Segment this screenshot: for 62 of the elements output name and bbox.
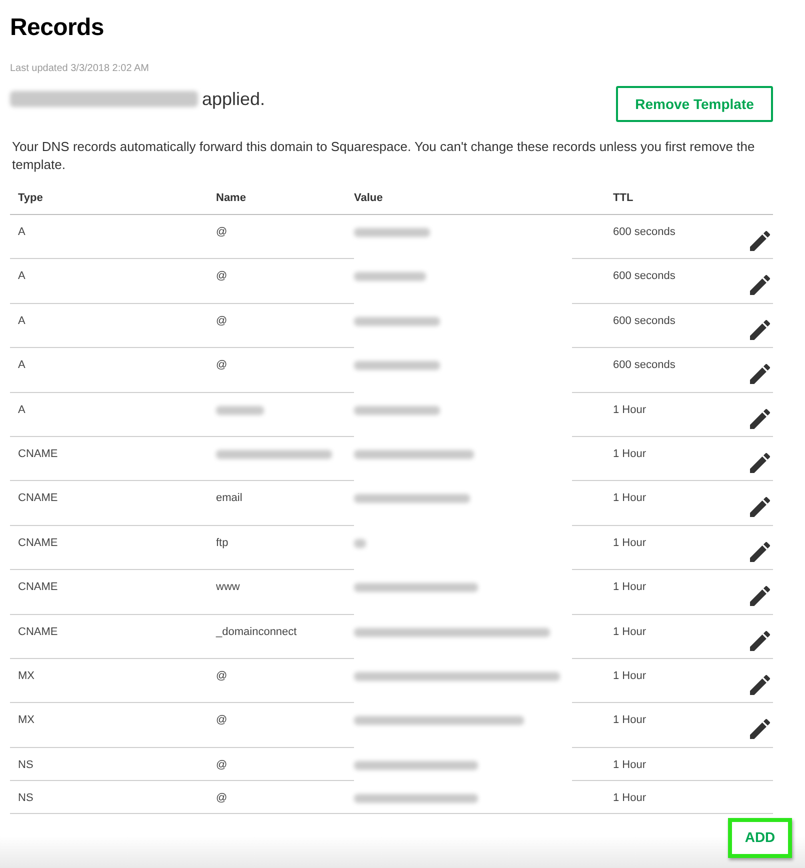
column-header: Value xyxy=(354,191,383,206)
pencil-icon[interactable] xyxy=(750,275,770,296)
table-cell: @ xyxy=(216,359,228,372)
table-cell: NS xyxy=(18,792,34,804)
table-cell: MX xyxy=(18,714,34,726)
table-cell: CNAME xyxy=(18,492,58,504)
table-cell: 1 Hour xyxy=(613,536,646,549)
column-header: Type xyxy=(17,191,43,206)
pencil-icon[interactable] xyxy=(750,586,770,606)
pencil-icon[interactable] xyxy=(750,630,770,651)
pencil-icon[interactable] xyxy=(750,674,770,695)
table-cell: @ xyxy=(216,670,228,682)
pencil-icon[interactable] xyxy=(750,231,770,251)
table-cell: @ xyxy=(216,758,228,771)
table-cell: 600 seconds xyxy=(613,359,676,372)
table-cell: A xyxy=(18,404,26,416)
description-text: Your DNS records automatically forward this domain to Squarespace. You can't change these records unless you first remove the template. xyxy=(12,138,756,174)
pencil-icon[interactable] xyxy=(750,542,770,562)
table-cell: email xyxy=(216,492,242,504)
add-button[interactable]: ADD xyxy=(728,818,792,858)
table-cell: MX xyxy=(18,670,34,682)
table-cell: A xyxy=(18,226,26,238)
table-cell: _domainconnect xyxy=(216,626,297,638)
table-cell: ftp xyxy=(216,536,228,549)
table-cell: CNAME xyxy=(18,536,58,549)
table-cell: @ xyxy=(216,314,228,327)
table-cell: 600 seconds xyxy=(613,226,676,238)
column-header: Name xyxy=(216,191,246,206)
table-cell: 1 Hour xyxy=(613,758,646,771)
table-cell: CNAME xyxy=(18,448,58,460)
pencil-icon[interactable] xyxy=(750,364,770,384)
pencil-icon[interactable] xyxy=(750,719,770,740)
pencil-icon[interactable] xyxy=(750,408,770,429)
table-cell: 1 Hour xyxy=(613,670,646,682)
template-applied-text: applied. xyxy=(202,88,266,110)
table-cell: www xyxy=(216,581,240,594)
table-cell: 1 Hour xyxy=(613,714,646,726)
table-cell: 600 seconds xyxy=(613,314,676,327)
pencil-icon[interactable] xyxy=(750,452,770,473)
table-cell: 1 Hour xyxy=(613,581,646,594)
table-cell: 600 seconds xyxy=(613,270,676,282)
pencil-icon[interactable] xyxy=(750,320,770,340)
table-cell: 1 Hour xyxy=(613,626,646,638)
table-cell: 1 Hour xyxy=(613,448,646,460)
table-cell: CNAME xyxy=(18,581,58,594)
table-cell: @ xyxy=(216,714,228,726)
remove-template-button[interactable]: Remove Template xyxy=(616,86,773,122)
table-cell: NS xyxy=(18,758,34,771)
table-cell: 1 Hour xyxy=(613,404,646,416)
last-updated-text: Last updated 3/3/2018 2:02 AM xyxy=(10,62,149,76)
table-cell: @ xyxy=(216,792,228,804)
page-title: Records xyxy=(10,14,104,42)
table-cell: 1 Hour xyxy=(613,492,646,504)
table-cell: A xyxy=(18,314,26,327)
column-header: TTL xyxy=(613,191,634,206)
pencil-icon[interactable] xyxy=(750,497,770,518)
table-cell: 1 Hour xyxy=(613,792,646,804)
table-cell: CNAME xyxy=(18,626,58,638)
table-cell: A xyxy=(18,270,26,282)
table-cell: A xyxy=(18,359,26,372)
table-cell: @ xyxy=(216,226,228,238)
table-cell: @ xyxy=(216,270,228,282)
